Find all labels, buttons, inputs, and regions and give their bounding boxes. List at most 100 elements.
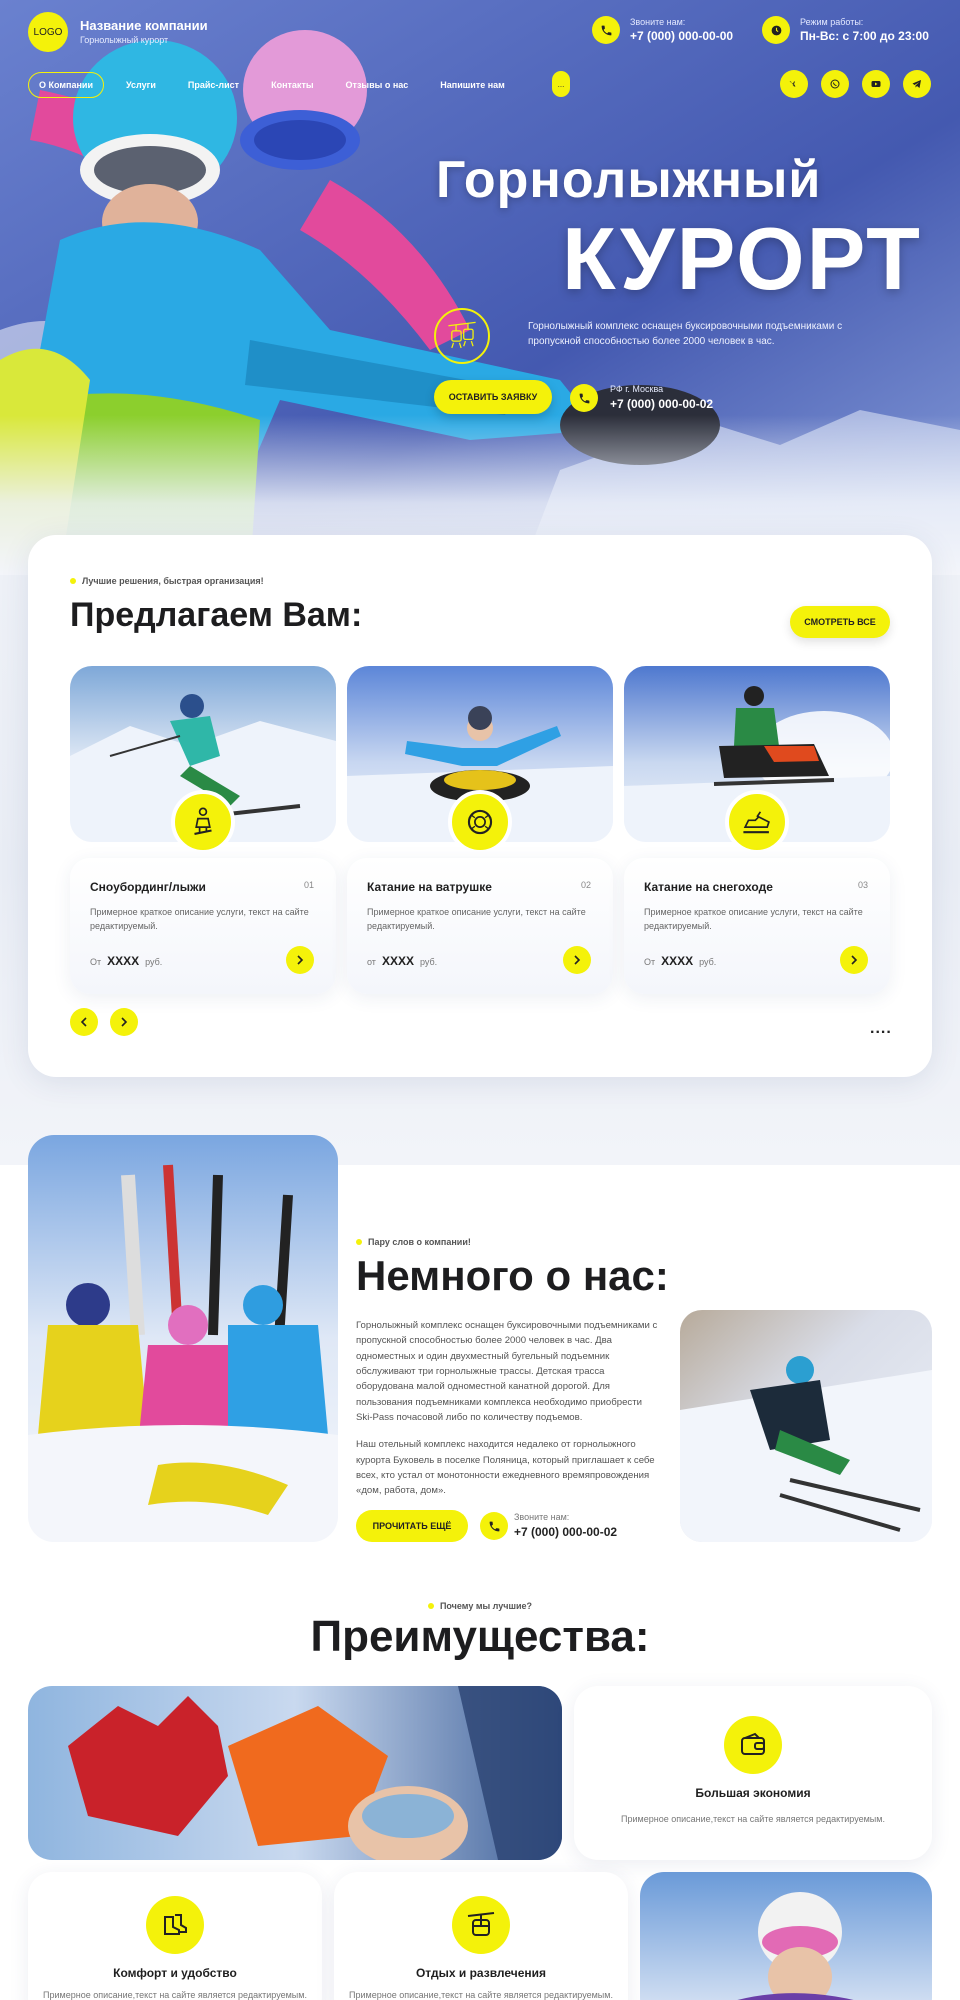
about-eyebrow: Пару слов о компании! <box>356 1237 471 1247</box>
price-prefix: От <box>90 957 102 967</box>
snowboarder-icon <box>171 790 235 854</box>
about-group-photo <box>28 1135 338 1542</box>
advantage-description: Примерное описание,текст на сайте являет… <box>621 1814 885 1824</box>
hero-title-line1: Горнолыжный <box>436 151 822 209</box>
nav-item-contacts[interactable]: Контакты <box>261 73 323 97</box>
hero-description: Горнолыжный комплекс оснащен буксировочн… <box>528 321 843 347</box>
advantage-description: Примерное описание,текст на сайте являет… <box>349 1990 613 2000</box>
youtube-icon[interactable] <box>862 70 890 98</box>
logo[interactable]: LOGO <box>28 12 68 52</box>
about-text: Горнолыжный комплекс оснащен буксировочн… <box>356 1318 658 1499</box>
nav-item-pricelist[interactable]: Прайс-лист <box>178 73 249 97</box>
service-number: 01 <box>303 880 314 890</box>
advantages-eyebrow: Почему мы лучшие? <box>0 1601 960 1611</box>
price-unit: руб. <box>699 957 717 967</box>
nav-item-about[interactable]: О Компании <box>28 72 104 98</box>
hero-location: РФ г. Москва <box>610 384 664 394</box>
header-hours: Режим работы: Пн-Вс: с 7:00 до 23:00 <box>762 16 929 44</box>
boots-icon <box>146 1896 204 1954</box>
advantages-title: Преимущества: <box>310 1612 650 1661</box>
whatsapp-icon[interactable] <box>821 70 849 98</box>
phone-icon <box>480 1512 508 1540</box>
vk-icon[interactable] <box>780 70 808 98</box>
read-more-button[interactable]: ПРОЧИТАТЬ ЕЩЁ <box>356 1510 468 1542</box>
advantage-card-leisure: Отдых и развлечения Примерное описание,т… <box>334 1872 628 2000</box>
phone-label: Звоните нам: <box>630 17 686 27</box>
nav-item-reviews[interactable]: Отзывы о нас <box>336 73 419 97</box>
service-name: Катание на снегоходе <box>644 880 773 894</box>
company-name: Название компании <box>80 18 208 33</box>
bullet-dot <box>356 1239 362 1245</box>
advantage-description: Примерное описание,текст на сайте являет… <box>43 1990 307 2000</box>
see-all-button[interactable]: СМОТРЕТЬ ВСЕ <box>790 606 890 638</box>
hero-title-line2: КУРОРТ <box>562 209 922 308</box>
chevron-right-icon[interactable] <box>286 946 314 974</box>
clock-icon <box>762 16 790 44</box>
service-card-tubing[interactable]: Катание на ватрушке 02 Примерное краткое… <box>347 858 613 994</box>
telegram-icon[interactable] <box>903 70 931 98</box>
slider-next-button[interactable] <box>110 1008 138 1036</box>
social-links <box>780 70 931 98</box>
hero-phone[interactable]: +7 (000) 000-00-02 <box>610 397 713 411</box>
about-paragraph: Горнолыжный комплекс оснащен буксировочн… <box>356 1320 658 1424</box>
snowmobile-icon <box>725 790 789 854</box>
price-unit: руб. <box>145 957 163 967</box>
offers-title: Предлагаем Вам: <box>70 596 363 634</box>
service-description: Примерное краткое описание услуги, текст… <box>90 907 309 931</box>
advantage-card-economy: Большая экономия Примерное описание,текс… <box>574 1686 932 1860</box>
about-title: Немного о нас: <box>356 1252 669 1299</box>
about-eyebrow-text: Пару слов о компании! <box>368 1237 471 1247</box>
advantages-glove-photo <box>28 1686 562 1860</box>
advantages-eyebrow-text: Почему мы лучшие? <box>439 1601 533 1611</box>
price-value: XXXX <box>661 954 694 968</box>
cable-car-icon <box>434 308 490 364</box>
service-price: от XXXX руб. <box>367 954 437 968</box>
service-description: Примерное краткое описание услуги, текст… <box>367 907 586 931</box>
main-nav: О Компании Услуги Прайс-лист Контакты От… <box>28 72 515 98</box>
chevron-right-icon[interactable] <box>840 946 868 974</box>
price-value: XXXX <box>381 954 414 968</box>
service-name: Сноубординг/лыжи <box>90 880 206 894</box>
site-header: LOGO Название компании Горнолыжный курор… <box>0 0 960 110</box>
service-price: От XXXX руб. <box>90 954 162 968</box>
offers-eyebrow-text: Лучшие решения, быстрая организация! <box>82 576 264 586</box>
service-number: 03 <box>857 880 868 890</box>
price-value: XXXX <box>107 954 140 968</box>
advantage-name: Большая экономия <box>695 1786 811 1800</box>
service-card-snowmobile[interactable]: Катание на снегоходе 03 Примерное кратко… <box>624 858 890 994</box>
company-subtitle: Горнолыжный курорт <box>80 35 169 45</box>
advantage-card-comfort: Комфорт и удобство Примерное описание,те… <box>28 1872 322 2000</box>
about-skier-photo <box>680 1310 932 1542</box>
slider-prev-button[interactable] <box>70 1008 98 1036</box>
advantages-skier-girl-photo <box>640 1872 932 2000</box>
bullet-dot <box>427 1603 434 1609</box>
more-dots[interactable]: .... <box>870 1020 892 1038</box>
chevron-right-icon[interactable] <box>563 946 591 974</box>
offers-eyebrow: Лучшие решения, быстрая организация! <box>70 576 264 586</box>
cable-car-icon <box>452 1896 510 1954</box>
header-phone[interactable]: Звоните нам: +7 (000) 000-00-00 <box>592 16 733 44</box>
phone-value[interactable]: +7 (000) 000-00-00 <box>630 29 733 43</box>
service-price: От XXXX руб. <box>644 954 716 968</box>
phone-icon <box>592 16 620 44</box>
phone-icon <box>570 384 598 412</box>
advantage-name: Комфорт и удобство <box>113 1966 237 1980</box>
service-name: Катание на ватрушке <box>367 880 492 894</box>
nav-item-write-us[interactable]: Напишите нам <box>430 73 515 97</box>
about-phone-label: Звоните нам: <box>514 1512 570 1522</box>
service-description: Примерное краткое описание услуги, текст… <box>644 907 863 931</box>
nav-item-services[interactable]: Услуги <box>116 73 166 97</box>
hours-value: Пн-Вс: с 7:00 до 23:00 <box>800 29 929 43</box>
chevron-left-icon <box>80 1017 87 1027</box>
nav-more-button[interactable]: ... <box>552 71 570 97</box>
leave-request-button[interactable]: ОСТАВИТЬ ЗАЯВКУ <box>434 380 552 414</box>
advantage-name: Отдых и развлечения <box>415 1966 547 1980</box>
chevron-right-icon <box>121 1017 128 1027</box>
price-prefix: От <box>644 957 656 967</box>
about-phone-value[interactable]: +7 (000) 000-00-02 <box>514 1525 617 1539</box>
service-card-skiing[interactable]: Сноубординг/лыжи 01 Примерное краткое оп… <box>70 858 336 994</box>
price-unit: руб. <box>419 957 438 967</box>
wallet-icon <box>724 1716 782 1774</box>
about-paragraph: Наш отельный комплекс находится недалеко… <box>356 1439 655 1497</box>
hours-label: Режим работы: <box>800 17 864 27</box>
